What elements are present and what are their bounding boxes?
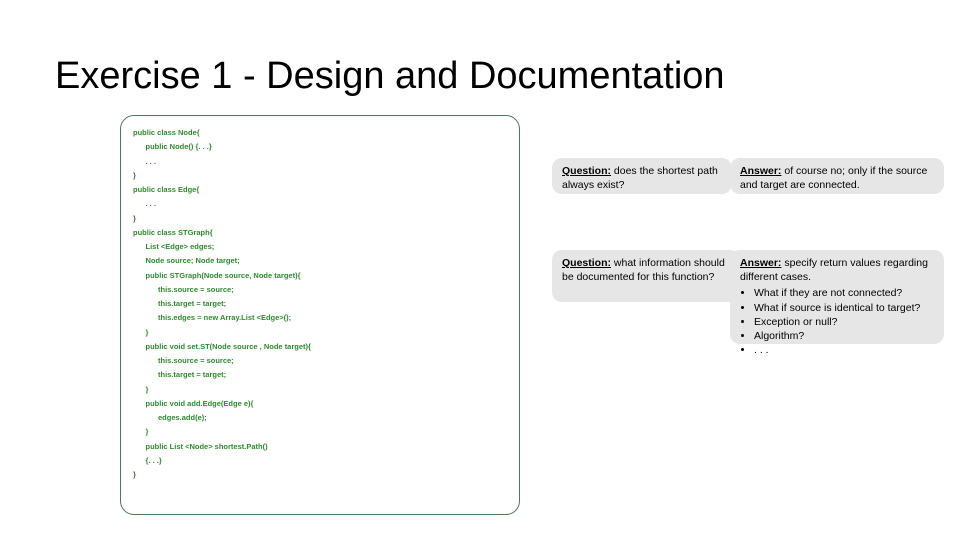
answer-2-bullet: What if source is identical to target?: [754, 301, 934, 315]
answer-2-bullet: . . .: [754, 343, 934, 357]
code-line: List <Edge> edges;: [133, 240, 507, 254]
code-line: public class Node{: [133, 126, 507, 140]
code-line: Node source; Node target;: [133, 254, 507, 268]
code-line: public void set.ST(Node source , Node ta…: [133, 340, 507, 354]
code-line: {. . .}: [133, 454, 507, 468]
code-line: edges.add(e);: [133, 411, 507, 425]
code-line: this.target = target;: [133, 297, 507, 311]
code-line: public void add.Edge(Edge e){: [133, 397, 507, 411]
answer-2-list: What if they are not connected? What if …: [740, 286, 934, 357]
answer-label: Answer:: [740, 165, 781, 177]
question-1-callout: Question: does the shortest path always …: [552, 158, 732, 194]
code-line: }: [133, 326, 507, 340]
code-line: public class STGraph{: [133, 226, 507, 240]
code-line: public List <Node> shortest.Path(): [133, 440, 507, 454]
code-line: }: [133, 212, 507, 226]
code-line: . . .: [133, 197, 507, 211]
answer-2-bullet: Algorithm?: [754, 329, 934, 343]
code-line: }: [133, 468, 507, 482]
code-line: . . .: [133, 155, 507, 169]
question-2-callout: Question: what information should be doc…: [552, 250, 740, 302]
code-line: public Node() {. . .}: [133, 140, 507, 154]
answer-2-callout: Answer: specify return values regarding …: [730, 250, 944, 344]
code-line: this.source = source;: [133, 283, 507, 297]
code-line: this.edges = new Array.List <Edge>();: [133, 311, 507, 325]
answer-2-bullet: Exception or null?: [754, 315, 934, 329]
code-panel: public class Node{ public Node() {. . .}…: [120, 115, 520, 515]
answer-1-callout: Answer: of course no; only if the source…: [730, 158, 944, 194]
question-label: Question:: [562, 257, 611, 269]
question-label: Question:: [562, 165, 611, 177]
slide-title: Exercise 1 - Design and Documentation: [55, 55, 725, 98]
answer-label: Answer:: [740, 257, 781, 269]
code-line: }: [133, 169, 507, 183]
code-line: this.source = source;: [133, 354, 507, 368]
code-line: this.target = target;: [133, 368, 507, 382]
code-line: public class Edge{: [133, 183, 507, 197]
code-line: }: [133, 383, 507, 397]
code-line: }: [133, 425, 507, 439]
answer-2-bullet: What if they are not connected?: [754, 286, 934, 300]
code-line: public STGraph(Node source, Node target)…: [133, 269, 507, 283]
